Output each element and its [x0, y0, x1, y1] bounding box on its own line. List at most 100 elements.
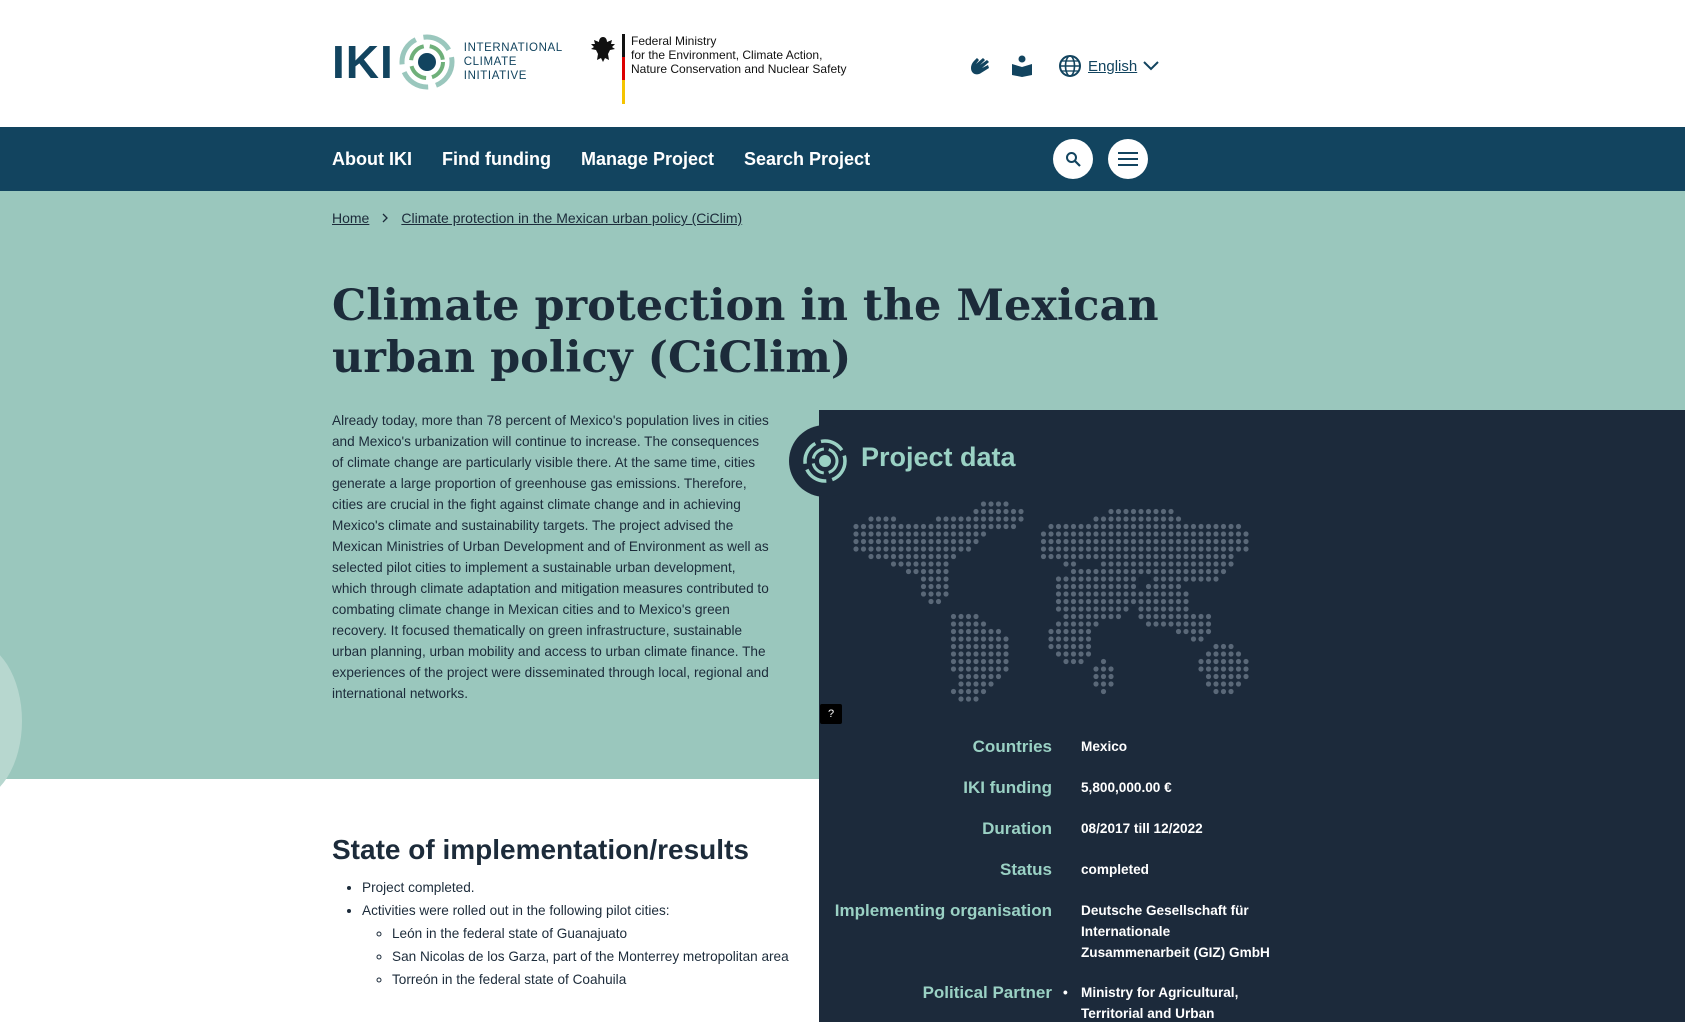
flag-bar: [622, 34, 625, 104]
breadcrumb-current[interactable]: Climate protection in the Mexican urban …: [401, 210, 742, 226]
map-dot: [1198, 658, 1204, 665]
map-dot: [935, 516, 942, 522]
map-dot: [1175, 621, 1182, 627]
map-dot: [1040, 538, 1047, 545]
map-dot: [1160, 591, 1167, 597]
map-dot: [860, 531, 867, 537]
map-dot: [1123, 591, 1129, 597]
map-dot: [1123, 568, 1129, 575]
map-dot: [1115, 553, 1122, 560]
map-dot: [988, 651, 994, 657]
ministry-logo[interactable]: Federal Ministry for the Environment, Cl…: [588, 34, 846, 104]
map-dot: [1003, 666, 1009, 672]
map-dot: [1145, 516, 1152, 522]
map-dot: [943, 516, 949, 522]
map-dot: [1198, 613, 1204, 620]
map-dot: [1213, 688, 1219, 695]
map-dot: [1100, 673, 1107, 680]
map-dot: [965, 688, 972, 695]
map-info-icon[interactable]: ?: [820, 704, 842, 724]
map-dot: [1198, 636, 1204, 642]
map-dot: [1003, 658, 1009, 665]
map-dot: [1085, 538, 1092, 545]
map-dot: [1235, 658, 1242, 665]
map-dot: [1108, 666, 1114, 672]
iki-ring-icon: [399, 34, 455, 90]
search-button[interactable]: [1053, 139, 1093, 179]
map-dot: [1115, 568, 1122, 575]
map-dot: [1078, 598, 1084, 605]
map-dot: [1153, 523, 1159, 530]
map-dot: [1123, 508, 1129, 515]
map-dot: [1168, 568, 1174, 575]
nav-item-search-project[interactable]: Search Project: [744, 149, 870, 170]
iki-logo[interactable]: IKI INTERNATIONAL CLIMATE INITIATIVE: [332, 30, 563, 94]
map-dot: [1168, 561, 1174, 567]
map-dot: [1198, 576, 1204, 582]
map-dot: [1115, 523, 1122, 530]
map-dot: [1108, 568, 1114, 575]
nav-item-find-funding[interactable]: Find funding: [442, 149, 551, 170]
map-dot: [1093, 531, 1099, 537]
sign-language-icon[interactable]: [966, 52, 994, 80]
map-dot: [1205, 531, 1212, 537]
map-dot: [1175, 613, 1182, 620]
map-dot: [950, 531, 957, 537]
map-dot: [1108, 613, 1114, 620]
map-dot: [950, 636, 957, 642]
map-dot: [958, 681, 964, 687]
map-dot: [1063, 583, 1069, 590]
map-dot: [1055, 628, 1062, 635]
map-dot: [898, 561, 904, 567]
ministry-line: Nature Conservation and Nuclear Safety: [631, 62, 847, 76]
map-dot: [1205, 553, 1212, 560]
map-dot: [1123, 606, 1129, 612]
map-dot: [1078, 583, 1084, 590]
map-dot: [1243, 546, 1249, 552]
map-dot: [1130, 568, 1137, 575]
map-dot: [1078, 591, 1084, 597]
map-dot: [1070, 538, 1077, 545]
map-dot: [935, 598, 942, 605]
map-dot: [905, 561, 912, 567]
map-dot: [1070, 568, 1077, 575]
map-dot: [1100, 546, 1107, 552]
map-dot: [1085, 576, 1092, 582]
map-dot: [1198, 546, 1204, 552]
map-dot: [1115, 531, 1122, 537]
nav-item-about-iki[interactable]: About IKI: [332, 149, 412, 170]
nav-item-manage-project[interactable]: Manage Project: [581, 149, 714, 170]
map-dot: [965, 538, 972, 545]
map-dot: [1055, 576, 1062, 582]
map-dot: [1168, 523, 1174, 530]
map-dot: [1153, 576, 1159, 582]
map-dot: [1078, 658, 1084, 665]
map-dot: [1198, 561, 1204, 567]
menu-button[interactable]: [1108, 139, 1148, 179]
map-dot: [1018, 508, 1024, 515]
easy-language-icon[interactable]: [1008, 52, 1036, 80]
map-dot: [1093, 568, 1099, 575]
map-dot: [935, 561, 942, 567]
breadcrumb: Home Climate protection in the Mexican u…: [332, 210, 742, 226]
language-selector[interactable]: English: [1058, 54, 1159, 78]
map-dot: [1145, 583, 1152, 590]
map-dot: [1220, 658, 1227, 665]
map-dot: [988, 666, 994, 672]
map-dot: [965, 628, 972, 635]
map-dot: [928, 583, 934, 590]
map-dot: [928, 598, 934, 605]
map-dot: [950, 651, 957, 657]
map-dot: [1183, 568, 1189, 575]
map-dot: [1160, 508, 1167, 515]
map-dot: [1130, 516, 1137, 522]
map-dot: [935, 591, 942, 597]
breadcrumb-home[interactable]: Home: [332, 210, 369, 226]
map-dot: [1220, 681, 1227, 687]
map-dot: [1228, 681, 1234, 687]
map-dot: [1108, 561, 1114, 567]
map-dot: [980, 681, 987, 687]
main-navigation: About IKI Find funding Manage Project Se…: [0, 127, 1685, 191]
map-dot: [883, 546, 889, 552]
map-dot: [913, 553, 919, 560]
